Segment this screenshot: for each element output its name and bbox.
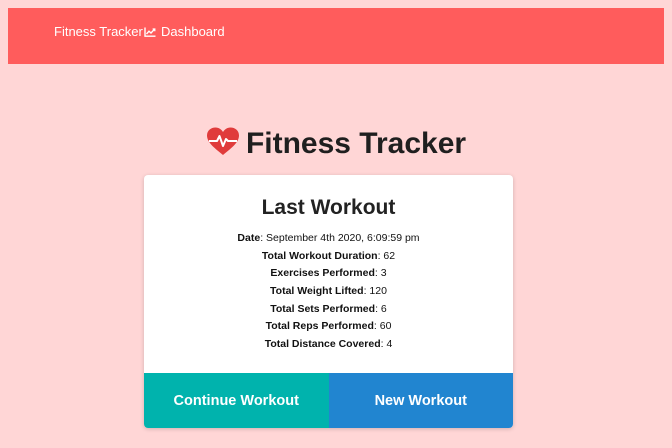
workout-stats: Date: September 4th 2020, 6:09:59 pm Tot… — [144, 230, 513, 354]
stat-value: September 4th 2020, 6:09:59 pm — [266, 232, 420, 244]
page-title: Fitness Tracker — [245, 127, 467, 160]
stat-sets: Total Sets Performed: 6 — [270, 302, 387, 315]
stat-value: 60 — [379, 320, 392, 333]
stat-value: 4 — [386, 338, 393, 351]
nav-brand-link[interactable]: Fitness Tracker — [54, 24, 143, 40]
last-workout-card: Last Workout Date: September 4th 2020, 6… — [144, 175, 513, 428]
nav-dashboard-link[interactable]: Dashboard — [144, 24, 225, 40]
stat-reps: Total Reps Performed: 60 — [265, 320, 392, 333]
stat-label: Total Weight Lifted — [270, 285, 364, 298]
stat-exercises: Exercises Performed: 3 — [270, 267, 387, 280]
stat-date: Date: September 4th 2020, 6:09:59 pm — [237, 232, 420, 244]
heartbeat-icon — [206, 127, 240, 162]
continue-workout-button[interactable]: Continue Workout — [144, 373, 329, 428]
page-header: Fitness Tracker — [0, 126, 672, 162]
stat-label: Exercises Performed — [270, 267, 375, 280]
stat-label: Total Workout Duration — [261, 249, 378, 262]
stat-value: 120 — [369, 285, 387, 298]
stat-weight: Total Weight Lifted: 120 — [270, 285, 387, 298]
stat-label: Total Sets Performed — [270, 302, 376, 315]
card-title: Last Workout — [261, 196, 396, 219]
stat-value: 3 — [380, 267, 387, 280]
stat-value: 6 — [380, 302, 387, 315]
stat-duration: Total Workout Duration: 62 — [261, 249, 396, 262]
nav-dashboard-label: Dashboard — [161, 24, 225, 39]
stat-label: Total Distance Covered — [264, 338, 381, 351]
card-actions: Continue Workout New Workout — [144, 373, 513, 428]
new-workout-button[interactable]: New Workout — [328, 373, 513, 428]
stat-label: Total Reps Performed — [265, 320, 374, 333]
chart-line-icon — [144, 27, 156, 37]
stat-distance: Total Distance Covered: 4 — [264, 338, 393, 351]
stat-value: 62 — [383, 249, 396, 262]
stat-label: Date — [237, 232, 261, 244]
navbar: Fitness Tracker Dashboard — [8, 8, 664, 64]
